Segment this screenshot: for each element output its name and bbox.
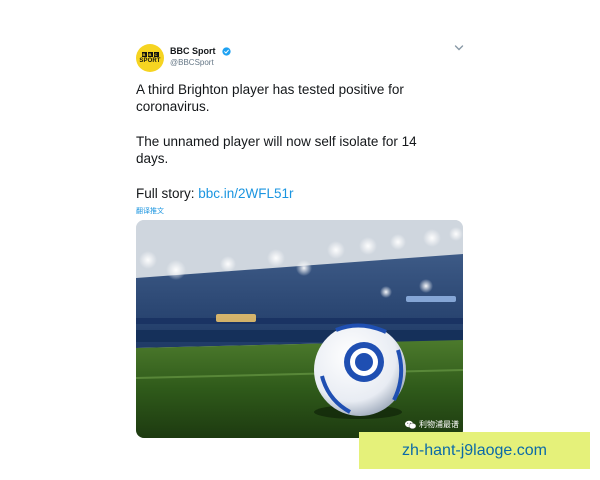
watermark: 利物浦最谱 — [405, 419, 459, 430]
bbc-logo: B B C — [141, 52, 159, 57]
account-name-block: BBC Sport @BBCSport — [170, 45, 231, 69]
watermark-text: 利物浦最谱 — [419, 420, 459, 429]
display-name[interactable]: BBC Sport — [170, 45, 216, 57]
translate-tweet-link[interactable]: 翻译推文 — [136, 206, 164, 216]
verified-badge-icon — [222, 46, 231, 56]
avatar[interactable]: B B C SPORT — [136, 44, 164, 72]
page: B B C SPORT BBC Sport @BBCSport A third … — [0, 0, 600, 480]
tweet-card: B B C SPORT BBC Sport @BBCSport A third … — [120, 28, 480, 458]
wechat-icon — [405, 420, 416, 429]
chevron-down-icon[interactable] — [454, 44, 464, 52]
footer-banner[interactable]: zh-hant-j9laoge.com — [359, 432, 590, 469]
bbc-block-1: B — [141, 52, 147, 57]
full-story-label: Full story: — [136, 186, 199, 201]
story-link[interactable]: bbc.in/2WFL51r — [198, 186, 293, 201]
bbc-block-2: B — [147, 52, 153, 57]
bbc-block-3: C — [153, 52, 159, 57]
tweet-image[interactable]: 利物浦最谱 — [136, 220, 463, 438]
avatar-label: SPORT — [139, 58, 161, 64]
tweet-text-paragraph-3: Full story: bbc.in/2WFL51r — [136, 185, 446, 202]
handle[interactable]: @BBCSport — [170, 57, 231, 69]
stadium-photo — [136, 220, 463, 438]
tweet-text-paragraph-2: The unnamed player will now self isolate… — [136, 134, 417, 166]
tweet-text-paragraph-1: A third Brighton player has tested posit… — [136, 82, 404, 114]
